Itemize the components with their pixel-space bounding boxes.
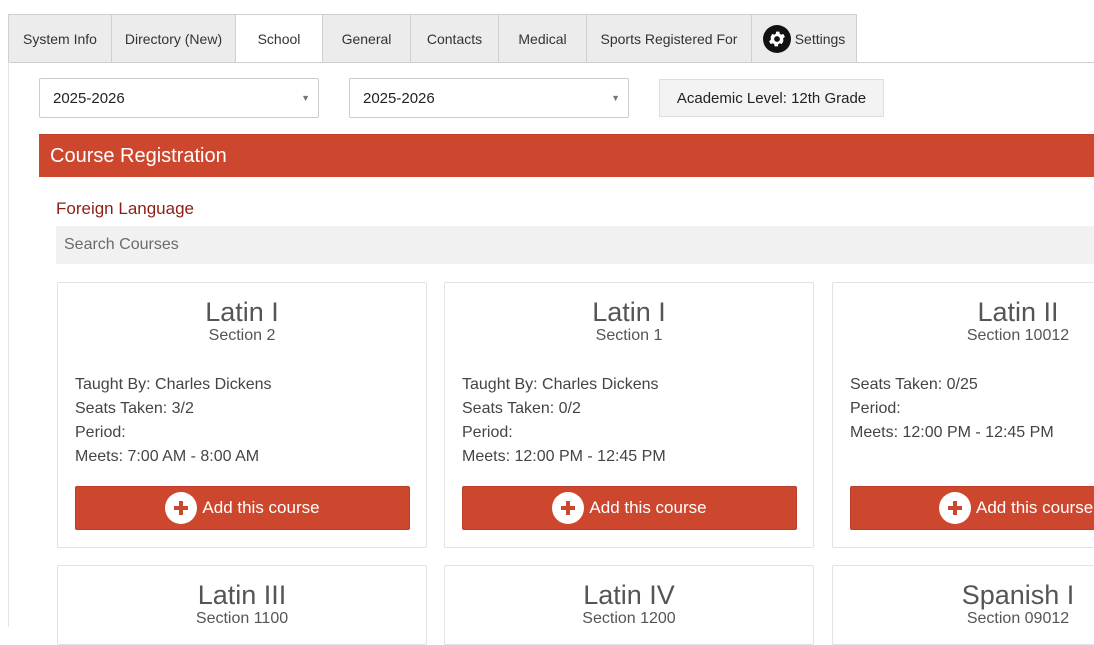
tab-label: System Info [23, 30, 97, 47]
term-year-select[interactable]: 2025-2026 ▼ [349, 78, 629, 118]
category-title: Foreign Language [56, 199, 195, 218]
page-title: Course Registration [50, 144, 227, 167]
plus-icon [165, 492, 198, 524]
course-card: Spanish I Section 09012 [832, 565, 1094, 645]
gear-icon [762, 24, 791, 53]
course-detail-line: Period: [850, 400, 901, 417]
course-card: Latin I Section 1 Taught By: Charles Dic… [444, 282, 814, 548]
course-detail-line: Meets: 7:00 AM - 8:00 AM [75, 448, 260, 465]
plus-icon [552, 492, 585, 524]
course-section: Section 1200 [582, 610, 676, 627]
course-detail-line: Seats Taken: 0/25 [850, 376, 978, 393]
tab-contacts[interactable]: Contacts [410, 14, 498, 63]
course-details: Taught By: Charles Dickens Seats Taken: … [75, 373, 426, 469]
course-name: Latin III [197, 580, 287, 610]
course-detail-line: Seats Taken: 3/2 [75, 400, 194, 417]
course-section: Section 1 [595, 327, 663, 344]
tab-underline [8, 62, 1094, 63]
chevron-down-icon: ▼ [611, 93, 620, 103]
tab-settings[interactable]: Settings [751, 14, 857, 63]
add-course-button[interactable]: Add this course [850, 486, 1094, 530]
plus-icon [939, 492, 971, 524]
add-course-button[interactable]: Add this course [75, 486, 410, 530]
add-course-button[interactable]: Add this course [462, 486, 797, 530]
tab-medical[interactable]: Medical [498, 14, 586, 63]
tab-school[interactable]: School [235, 14, 322, 63]
tab-label: Settings [794, 30, 846, 47]
course-detail-line: Seats Taken: 0/2 [462, 400, 581, 417]
course-name: Spanish I [961, 580, 1075, 610]
course-name: Latin I [205, 297, 279, 327]
tab-general[interactable]: General [322, 14, 410, 63]
course-detail-line: Meets: 12:00 PM - 12:45 PM [462, 448, 666, 465]
tab-label: Medical [518, 30, 567, 47]
tab-label: Directory (New) [124, 30, 223, 47]
tab-sports-registered-for[interactable]: Sports Registered For [586, 14, 751, 63]
course-name: Latin II [977, 297, 1059, 327]
add-course-label: Add this course [589, 498, 707, 517]
add-course-label: Add this course [202, 498, 320, 517]
academic-level-label: Academic Level: 12th Grade [659, 79, 884, 117]
course-section: Section 09012 [966, 610, 1070, 627]
academic-level-text: Academic Level: 12th Grade [676, 89, 867, 107]
course-detail-line: Meets: 12:00 PM - 12:45 PM [850, 424, 1054, 441]
chevron-down-icon: ▼ [301, 93, 310, 103]
course-registration-header: Course Registration [39, 134, 1094, 177]
course-section: Section 10012 [966, 327, 1070, 344]
course-card: Latin IV Section 1200 [444, 565, 814, 645]
course-card: Latin I Section 2 Taught By: Charles Dic… [57, 282, 427, 548]
course-details: Taught By: Charles Dickens Seats Taken: … [462, 373, 813, 469]
select-value: 2025-2026 [363, 89, 435, 107]
tab-label: Contacts [426, 30, 483, 47]
course-card: Latin III Section 1100 [57, 565, 427, 645]
tab-system-info[interactable]: System Info [8, 14, 111, 63]
search-courses-input[interactable] [56, 226, 1094, 264]
course-card: Latin II Section 10012 Seats Taken: 0/25… [832, 282, 1094, 548]
course-detail-line: Taught By: Charles Dickens [462, 376, 659, 393]
course-name: Latin I [592, 297, 666, 327]
school-year-select[interactable]: 2025-2026 ▼ [39, 78, 319, 118]
add-course-label: Add this course [976, 498, 1094, 517]
tab-label: Sports Registered For [600, 30, 738, 47]
tab-directory-new[interactable]: Directory (New) [111, 14, 235, 63]
course-section: Section 2 [208, 327, 276, 344]
content-border [8, 62, 9, 627]
course-section: Section 1100 [195, 610, 289, 627]
course-details: Seats Taken: 0/25 Period: Meets: 12:00 P… [850, 373, 1094, 469]
tab-bar: System Info Directory (New) School Gener… [8, 14, 857, 63]
course-detail-line: Period: [75, 424, 126, 441]
course-detail-line: Taught By: Charles Dickens [75, 376, 272, 393]
course-name: Latin IV [583, 580, 675, 610]
tab-label: School [257, 30, 301, 47]
course-detail-line: Period: [462, 424, 513, 441]
tab-label: General [341, 30, 392, 47]
select-value: 2025-2026 [53, 89, 125, 107]
